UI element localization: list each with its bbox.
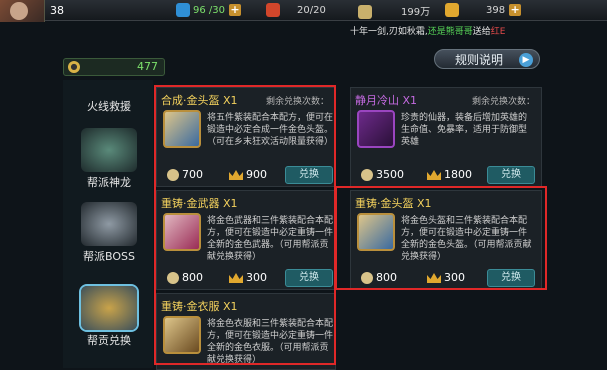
remaining-count: 剩余兑换次数： xyxy=(471,97,535,107)
marquee-text-2: 送给 xyxy=(472,27,491,37)
contribution-balance: ● 477 xyxy=(63,58,165,76)
contribution-value: 477 xyxy=(137,60,158,73)
gold-resource: 398 + xyxy=(445,3,522,17)
stamina-value: 96 /30 xyxy=(193,5,225,16)
rules-button-label: 规则说明 xyxy=(455,53,504,67)
player-avatar[interactable] xyxy=(0,0,45,22)
contribution-coin-icon: ● xyxy=(68,61,80,73)
marquee-target-name: 红E xyxy=(490,27,506,37)
card-description: 珍贵的仙器，装备后增加英雄的生命值、免暴率，适用于防御型英雄 xyxy=(401,113,528,147)
avatar-face xyxy=(10,2,28,20)
silver-resource: 199万 xyxy=(358,3,430,19)
coin-price-value: 3500 xyxy=(376,168,404,181)
sidebar: 火线救援 帮派神龙 帮派BOSS 帮贡兑换 xyxy=(63,80,153,368)
marquee-player-name: 还是熊哥哥 xyxy=(427,27,473,37)
stamina-resource: 96 /30 + xyxy=(176,3,241,17)
gold-bag-icon xyxy=(81,286,137,330)
sidebar-item-label: 帮派神龙 xyxy=(87,176,131,189)
energy-resource: 20/20 xyxy=(266,3,326,17)
silver-coin-icon xyxy=(358,5,372,19)
dragon-icon xyxy=(81,128,137,172)
sidebar-item-exchange[interactable]: 帮贡兑换 xyxy=(71,286,147,348)
player-level: 38 xyxy=(50,4,64,17)
arrow-right-icon: ▶ xyxy=(519,53,533,67)
top-status-bar: 38 96 /30 + 20/20 199万 398 + xyxy=(0,0,607,22)
add-gold-button[interactable]: + xyxy=(509,4,522,16)
add-stamina-button[interactable]: + xyxy=(229,4,241,16)
broadcast-marquee: 十年一剑,刃如秋霜,还是熊哥哥送给红E xyxy=(350,24,505,37)
sidebar-item-label: 帮贡兑换 xyxy=(87,334,131,347)
gold-ingot-icon xyxy=(427,170,441,180)
gold-price: 1800 xyxy=(427,168,472,181)
highlight-box xyxy=(154,85,336,365)
highlight-box xyxy=(335,186,547,290)
boots-icon xyxy=(357,110,395,148)
coin-price: 3500 xyxy=(361,168,404,181)
exchange-card: 静月冷山 X1 剩余兑换次数： 珍贵的仙器，装备后增加英雄的生命值、免暴率，适用… xyxy=(350,87,542,187)
sidebar-item-boss[interactable]: 帮派BOSS xyxy=(71,202,147,264)
card-title: 静月冷山 X1 xyxy=(355,94,418,107)
exchange-button[interactable]: 兑换 xyxy=(487,166,535,184)
energy-value: 20/20 xyxy=(297,5,326,16)
sidebar-item-label: 火线救援 xyxy=(87,100,131,113)
silver-value: 199万 xyxy=(401,7,431,18)
stamina-icon xyxy=(176,3,190,17)
sidebar-item-label: 帮派BOSS xyxy=(83,250,135,263)
contribution-coin-icon xyxy=(361,169,373,181)
gold-ingot-icon xyxy=(445,3,459,17)
marquee-text: 十年一剑,刃如秋霜, xyxy=(350,27,428,37)
sidebar-item-dragon[interactable]: 帮派神龙 xyxy=(71,128,147,190)
rules-button[interactable]: 规则说明 ▶ xyxy=(434,49,540,69)
gold-value: 398 xyxy=(486,5,506,16)
gold-price-value: 1800 xyxy=(444,168,472,181)
boss-icon xyxy=(81,202,137,246)
energy-icon xyxy=(266,3,280,17)
sidebar-item-rescue[interactable]: 火线救援 xyxy=(71,86,147,114)
